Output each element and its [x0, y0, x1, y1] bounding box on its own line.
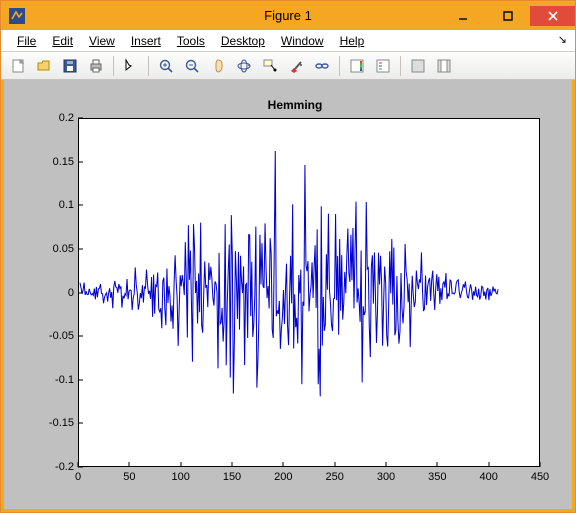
y-tick-label: -0.15: [49, 417, 78, 429]
toolbar-separator: [339, 56, 340, 76]
menu-tools[interactable]: Tools: [171, 32, 211, 50]
title-bar[interactable]: Figure 1: [1, 1, 575, 30]
toolbar: [1, 52, 575, 80]
open-button[interactable]: [33, 55, 55, 77]
axes[interactable]: -0.2-0.15-0.1-0.0500.050.10.150.20501001…: [36, 114, 554, 491]
pan-button[interactable]: [207, 55, 229, 77]
x-tick: [540, 462, 541, 467]
print-button[interactable]: [85, 55, 107, 77]
y-tick-label: 0.2: [59, 112, 78, 124]
plot-title: Hemming: [36, 98, 554, 112]
zoom-out-button[interactable]: [181, 55, 203, 77]
menu-desktop[interactable]: Desktop: [215, 32, 271, 50]
plot-area[interactable]: [78, 118, 540, 467]
insert-colorbar-button[interactable]: [346, 55, 368, 77]
toolbar-separator: [400, 56, 401, 76]
minimize-button[interactable]: [440, 6, 485, 26]
dock-arrow-icon[interactable]: ↘: [558, 33, 567, 46]
new-figure-button[interactable]: [7, 55, 29, 77]
save-button[interactable]: [59, 55, 81, 77]
menu-view[interactable]: View: [83, 32, 121, 50]
menu-bar: File Edit View Insert Tools Desktop Wind…: [1, 30, 575, 52]
toolbar-separator: [148, 56, 149, 76]
x-tick: [437, 462, 438, 467]
x-tick: [129, 462, 130, 467]
app-icon: [9, 8, 25, 24]
x-tick-label: 200: [274, 467, 292, 483]
figure-window: Figure 1 File Edit View Insert Tools Des…: [0, 0, 576, 513]
menu-file[interactable]: File: [11, 32, 42, 50]
data-line: [79, 119, 539, 466]
menu-insert[interactable]: Insert: [125, 32, 167, 50]
menu-window[interactable]: Window: [275, 32, 330, 50]
x-tick: [232, 462, 233, 467]
close-button[interactable]: [530, 6, 575, 26]
window-controls: [440, 6, 575, 26]
x-tick: [78, 462, 79, 467]
y-tick: [78, 336, 83, 337]
x-tick-label: 150: [223, 467, 241, 483]
x-tick-label: 50: [123, 467, 135, 483]
zoom-in-button[interactable]: [155, 55, 177, 77]
y-tick-label: 0.1: [59, 199, 78, 211]
x-tick-label: 300: [377, 467, 395, 483]
y-tick: [78, 248, 83, 249]
y-tick-label: 0.15: [53, 156, 78, 168]
toolbar-separator: [113, 56, 114, 76]
figure-canvas: Hemming -0.2-0.15-0.1-0.0500.050.10.150.…: [1, 80, 575, 512]
y-tick-label: -0.1: [55, 374, 78, 386]
link-button[interactable]: [311, 55, 333, 77]
data-cursor-button[interactable]: [259, 55, 281, 77]
x-tick-label: 450: [531, 467, 549, 483]
y-tick-label: 0: [68, 287, 78, 299]
edit-plot-button[interactable]: [120, 55, 142, 77]
insert-legend-button[interactable]: [372, 55, 394, 77]
x-tick: [488, 462, 489, 467]
hide-plot-tools-button[interactable]: [407, 55, 429, 77]
y-tick: [78, 117, 83, 118]
y-tick: [78, 161, 83, 162]
x-tick-label: 250: [325, 467, 343, 483]
axes-container: Hemming -0.2-0.15-0.1-0.0500.050.10.150.…: [36, 98, 554, 493]
maximize-button[interactable]: [485, 6, 530, 26]
x-tick: [180, 462, 181, 467]
show-plot-tools-button[interactable]: [433, 55, 455, 77]
x-tick-label: 350: [428, 467, 446, 483]
y-tick-label: 0.05: [53, 243, 78, 255]
y-tick: [78, 379, 83, 380]
rotate-3d-button[interactable]: [233, 55, 255, 77]
x-tick-label: 100: [171, 467, 189, 483]
x-tick: [386, 462, 387, 467]
x-tick: [283, 462, 284, 467]
x-tick-label: 400: [479, 467, 497, 483]
y-tick: [78, 423, 83, 424]
brush-button[interactable]: [285, 55, 307, 77]
y-tick: [78, 205, 83, 206]
x-tick: [334, 462, 335, 467]
menu-edit[interactable]: Edit: [46, 32, 79, 50]
menu-help[interactable]: Help: [334, 32, 371, 50]
y-tick: [78, 292, 83, 293]
y-tick-label: -0.05: [49, 330, 78, 342]
x-tick-label: 0: [75, 467, 81, 483]
